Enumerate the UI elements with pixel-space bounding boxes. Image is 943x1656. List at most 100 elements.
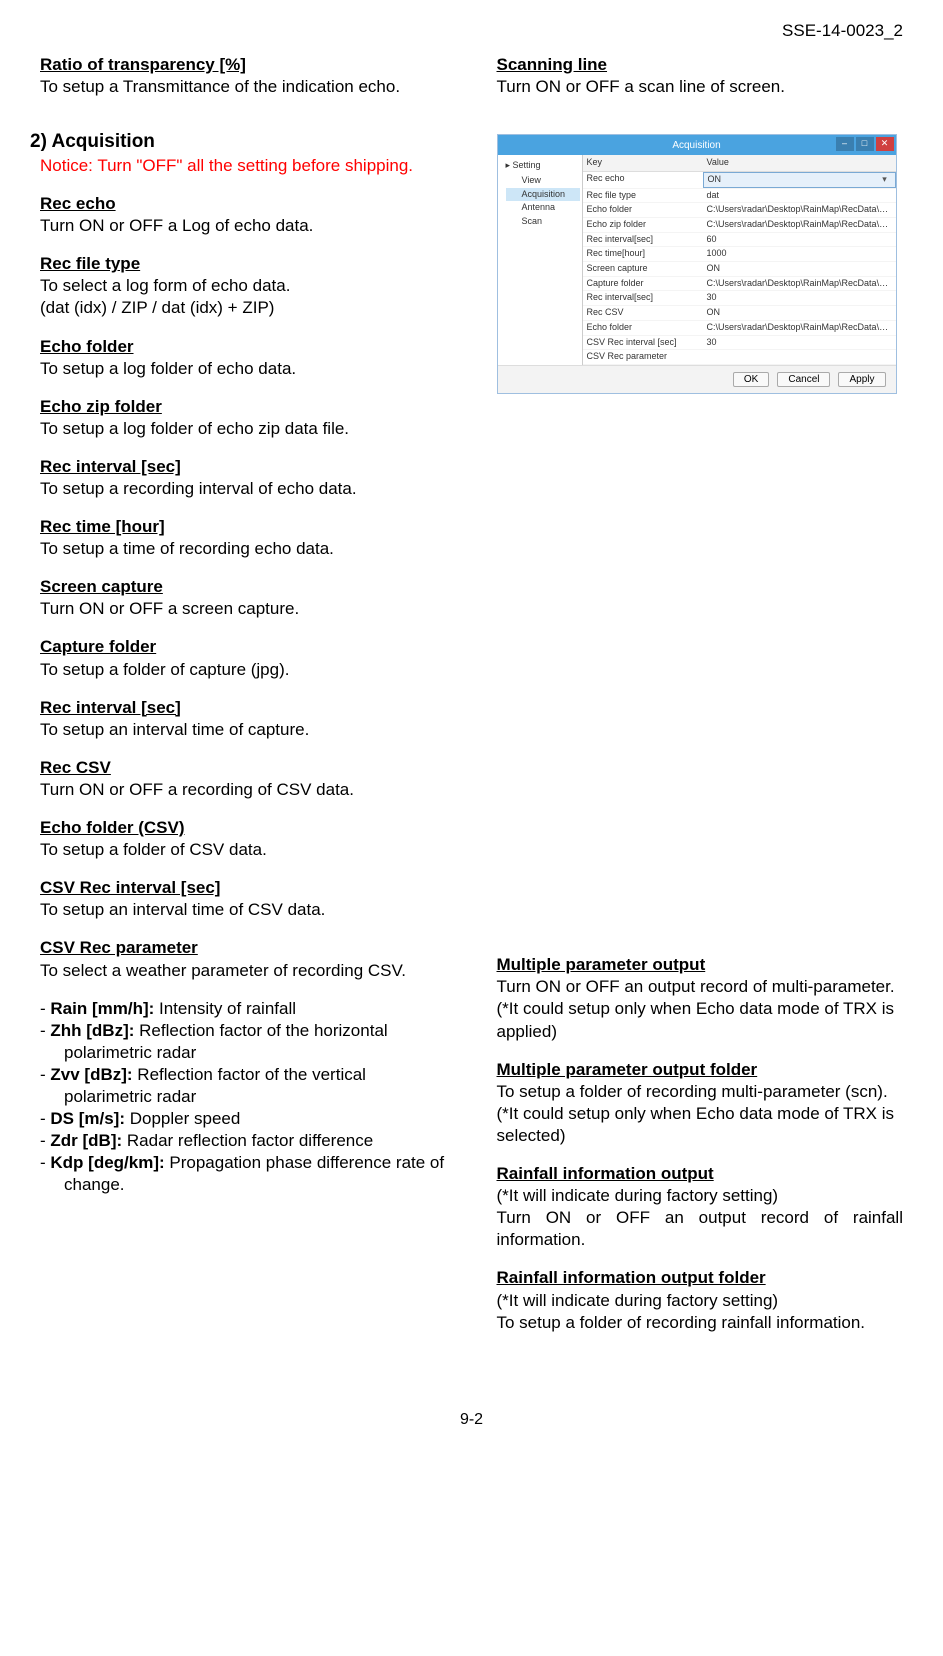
item-desc: To setup an interval time of CSV data.	[40, 900, 325, 919]
item-note: (*It could setup only when Echo data mod…	[497, 999, 895, 1040]
table-row[interactable]: Rec interval[sec]60	[583, 233, 896, 248]
item-desc: Turn ON or OFF a screen capture.	[40, 599, 299, 618]
row-value[interactable]: 60	[703, 233, 896, 247]
row-value[interactable]: 30	[703, 336, 896, 350]
row-key: Screen capture	[583, 262, 703, 276]
ok-button[interactable]: OK	[733, 372, 769, 387]
tree-item[interactable]: View	[506, 174, 580, 188]
row-value[interactable]: ON	[703, 306, 896, 320]
csv-param-item: DS [m/s]: Doppler speed	[40, 1108, 447, 1130]
row-value[interactable]: 1000	[703, 247, 896, 261]
item-desc: To setup a log folder of echo data.	[40, 359, 296, 378]
item-heading: Rec interval [sec]	[40, 698, 181, 717]
item-desc: To setup a folder of capture (jpg).	[40, 660, 289, 679]
item-heading: Rec interval [sec]	[40, 457, 181, 476]
main-columns: 2) Acquisition Notice: Turn "OFF" all th…	[40, 130, 903, 1349]
close-icon[interactable]: ✕	[876, 137, 894, 151]
row-value[interactable]: 30	[703, 291, 896, 305]
table-row[interactable]: Rec interval[sec]30	[583, 291, 896, 306]
item-desc: Turn ON or OFF a Log of echo data.	[40, 216, 313, 235]
table-row[interactable]: Rec file typedat	[583, 189, 896, 204]
acquisition-dialog: Acquisition – □ ✕ ▸ Setting ViewAcquisit…	[497, 134, 897, 394]
item-heading: Rec CSV	[40, 758, 111, 777]
scanline-heading: Scanning line	[497, 55, 608, 74]
csv-param-item: Zhh [dBz]: Reflection factor of the hori…	[40, 1020, 447, 1064]
apply-button[interactable]: Apply	[838, 372, 885, 387]
csv-param-list: Rain [mm/h]: Intensity of rainfallZhh [d…	[40, 998, 447, 1197]
table-row[interactable]: Echo zip folderC:\Users\radar\Desktop\Ra…	[583, 218, 896, 233]
tree-root[interactable]: ▸ Setting	[500, 159, 580, 173]
item-heading: Rainfall information output	[497, 1164, 714, 1183]
item-desc: To setup a recording interval of echo da…	[40, 479, 357, 498]
item-desc: To setup a folder of CSV data.	[40, 840, 267, 859]
cancel-button[interactable]: Cancel	[777, 372, 830, 387]
item-desc: To select a weather parameter of recordi…	[40, 961, 406, 980]
table-row[interactable]: Rec CSVON	[583, 306, 896, 321]
item-heading: Screen capture	[40, 577, 163, 596]
item-heading: CSV Rec parameter	[40, 938, 198, 957]
minimize-icon[interactable]: –	[836, 137, 854, 151]
maximize-icon[interactable]: □	[856, 137, 874, 151]
item-heading: Rec echo	[40, 194, 116, 213]
row-value[interactable]: C:\Users\radar\Desktop\RainMap\RecData\c…	[703, 321, 896, 335]
notice-text: Notice: Turn "OFF" all the setting befor…	[40, 155, 447, 177]
row-value[interactable]	[703, 350, 896, 364]
table-row[interactable]: Echo folderC:\Users\radar\Desktop\RainMa…	[583, 203, 896, 218]
right-item: Multiple parameter output folderTo setup…	[497, 1059, 904, 1147]
dialog-title: Acquisition	[672, 139, 720, 152]
item-note: (*It will indicate during factory settin…	[497, 1291, 779, 1310]
table-row[interactable]: Screen captureON	[583, 262, 896, 277]
row-value[interactable]: C:\Users\radar\Desktop\RainMap\RecData\e…	[703, 203, 896, 217]
csv-param-item: Rain [mm/h]: Intensity of rainfall	[40, 998, 447, 1020]
item-heading: Echo folder	[40, 337, 134, 356]
dialog-tree[interactable]: ▸ Setting ViewAcquisitionAntennaScan	[498, 155, 583, 365]
table-row[interactable]: Echo folderC:\Users\radar\Desktop\RainMa…	[583, 321, 896, 336]
csv-param-item: Kdp [deg/km]: Propagation phase differen…	[40, 1152, 447, 1196]
csv-param-item: Zdr [dB]: Radar reflection factor differ…	[40, 1130, 447, 1152]
item-heading: Rec time [hour]	[40, 517, 165, 536]
ratio-heading: Ratio of transparency [%]	[40, 55, 246, 74]
table-row[interactable]: CSV Rec interval [sec]30	[583, 336, 896, 351]
tree-item[interactable]: Acquisition	[506, 188, 580, 202]
tree-item[interactable]: Antenna	[506, 201, 580, 215]
table-row[interactable]: Rec time[hour]1000	[583, 247, 896, 262]
right-item: Multiple parameter output Turn ON or OFF …	[497, 954, 904, 1042]
row-value[interactable]: C:\Users\radar\Desktop\RainMap\RecData\e…	[703, 218, 896, 232]
col-key: Key	[583, 155, 703, 171]
item-desc: Turn ON or OFF an output record of multi…	[497, 977, 895, 996]
item-desc: To setup a log folder of echo zip data f…	[40, 419, 349, 438]
table-row[interactable]: Capture folderC:\Users\radar\Desktop\Rai…	[583, 277, 896, 292]
row-key: Echo folder	[583, 321, 703, 335]
row-key: CSV Rec parameter	[583, 350, 703, 364]
row-value[interactable]: ON	[703, 262, 896, 276]
left-item: Echo folder (CSV)To setup a folder of CS…	[40, 817, 447, 861]
item-heading: Multiple parameter output	[497, 955, 706, 974]
item-desc: Turn ON or OFF an output record of rainf…	[497, 1207, 904, 1251]
tree-item[interactable]: Scan	[506, 215, 580, 229]
left-item: Echo folder To setup a log folder of echo…	[40, 336, 447, 380]
page-number: 9-2	[40, 1410, 903, 1431]
item-heading: Echo zip folder	[40, 397, 162, 416]
left-item: Capture folderTo setup a folder of captu…	[40, 636, 447, 680]
left-item: CSV Rec interval [sec]To setup an interv…	[40, 877, 447, 921]
left-item: Rec time [hour]To setup a time of record…	[40, 516, 447, 560]
row-key: Echo folder	[583, 203, 703, 217]
row-value[interactable]: ON▾	[703, 172, 896, 188]
left-item: Screen capture Turn ON or OFF a screen ca…	[40, 576, 447, 620]
left-item: CSV Rec parameter To select a weather par…	[40, 937, 447, 981]
scanline-desc: Turn ON or OFF a scan line of screen.	[497, 77, 785, 96]
dropdown-icon[interactable]: ▾	[879, 174, 891, 186]
acquisition-title: 2) Acquisition	[30, 130, 447, 155]
table-row[interactable]: Rec echoON▾	[583, 172, 896, 189]
item-desc2: (dat (idx) / ZIP / dat (idx) + ZIP)	[40, 298, 274, 317]
table-row[interactable]: CSV Rec parameter	[583, 350, 896, 365]
item-heading: Rec file type	[40, 254, 140, 273]
row-value[interactable]: C:\Users\radar\Desktop\RainMap\RecData\c…	[703, 277, 896, 291]
row-key: CSV Rec interval [sec]	[583, 336, 703, 350]
row-key: Rec interval[sec]	[583, 291, 703, 305]
left-item: Echo zip folder To setup a log folder of …	[40, 396, 447, 440]
row-key: Rec echo	[583, 172, 703, 188]
item-desc: To select a log form of echo data.	[40, 276, 290, 295]
row-value[interactable]: dat	[703, 189, 896, 203]
row-key: Echo zip folder	[583, 218, 703, 232]
